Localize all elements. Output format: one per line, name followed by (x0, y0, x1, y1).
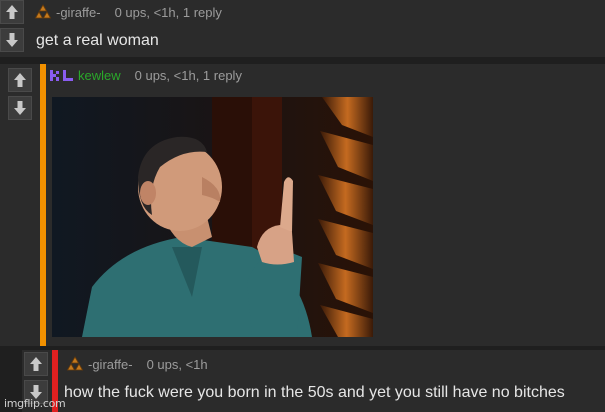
imgflip-watermark: imgflip.com (4, 397, 66, 410)
upvote-button[interactable] (8, 68, 32, 92)
comment-text: get a real woman (36, 32, 159, 49)
man-pointing-up-image (52, 97, 373, 337)
comment-2: kewlew 0 ups, <1h, 1 reply (0, 64, 605, 346)
comment-stats: 0 ups, <1h (146, 356, 208, 372)
comment-stats: 0 ups, <1h, 1 reply (134, 68, 242, 83)
comment-meta: -giraffe- 0 ups, <1h (66, 356, 208, 372)
reply-accent-bar (40, 64, 46, 346)
comment-meta: -giraffe- 0 ups, <1h, 1 reply (34, 4, 222, 20)
comment-text: how the fuck were you born in the 50s an… (64, 384, 565, 401)
username-link[interactable]: -giraffe- (88, 357, 133, 372)
kl-pixel-icon (50, 69, 73, 81)
upvote-button[interactable] (24, 352, 48, 376)
downvote-button[interactable] (0, 28, 24, 52)
triforce-icon (34, 4, 52, 19)
arrow-up-icon (14, 73, 26, 87)
upvote-button[interactable] (0, 0, 24, 24)
comment-meta: kewlew 0 ups, <1h, 1 reply (50, 68, 242, 83)
vote-controls (0, 0, 28, 57)
username-link[interactable]: -giraffe- (56, 5, 101, 20)
arrow-down-icon (14, 101, 26, 115)
comment-3: -giraffe- 0 ups, <1h how the fuck were y… (22, 350, 605, 412)
triforce-icon (66, 356, 84, 371)
arrow-up-icon (6, 5, 18, 19)
comment-stats: 0 ups, <1h, 1 reply (114, 4, 222, 20)
comment-image[interactable] (52, 97, 373, 337)
downvote-button[interactable] (8, 96, 32, 120)
comment-1: -giraffe- 0 ups, <1h, 1 reply get a real… (0, 0, 605, 57)
vote-controls (8, 68, 36, 346)
arrow-down-icon (6, 33, 18, 47)
arrow-up-icon (30, 357, 42, 371)
username-link[interactable]: kewlew (78, 68, 121, 83)
